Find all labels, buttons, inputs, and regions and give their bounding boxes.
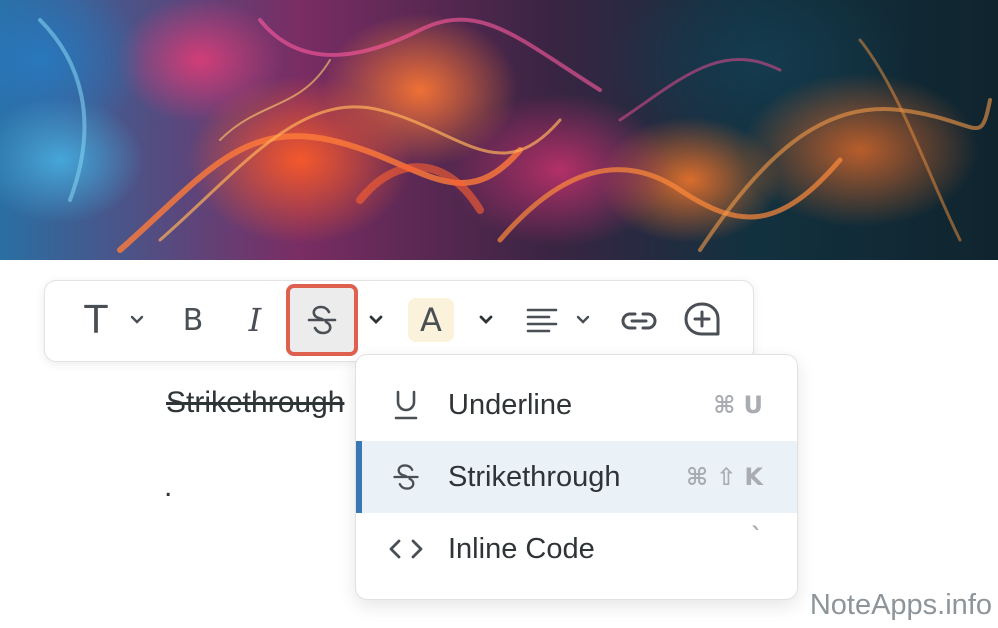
menu-item-shortcut: ⌘U: [713, 391, 771, 419]
link-icon[interactable]: [618, 302, 660, 340]
menu-item-label: Inline Code: [448, 532, 595, 565]
align-icon[interactable]: [522, 302, 562, 338]
text-color-chevron-down-icon[interactable]: [476, 310, 496, 330]
italic-icon[interactable]: I: [238, 300, 272, 340]
strikethrough-icon: [307, 305, 337, 335]
menu-item-strikethrough[interactable]: Strikethrough ⌘⇧K: [356, 441, 797, 513]
strikethrough-button[interactable]: [300, 300, 344, 340]
text-style-icon[interactable]: T: [76, 298, 116, 342]
strikethrough-icon: [386, 457, 426, 497]
menu-item-inline-code[interactable]: Inline Code `: [356, 513, 797, 585]
menu-item-label: Strikethrough: [448, 460, 621, 493]
menu-item-shortcut: `: [751, 523, 771, 551]
text-color-icon[interactable]: A: [408, 298, 454, 342]
menu-item-shortcut: ⌘⇧K: [686, 463, 771, 491]
strikethrough-chevron-down-icon[interactable]: [366, 310, 386, 330]
menu-item-underline[interactable]: Underline ⌘U: [356, 369, 797, 441]
underline-icon: [386, 385, 426, 425]
document-dot: .: [164, 470, 173, 503]
strikethrough-text: Strikethrough: [166, 386, 345, 419]
text-style-chevron-down-icon[interactable]: [127, 310, 147, 330]
smoke-swirls: [38, 17, 992, 253]
bold-icon[interactable]: B: [176, 300, 210, 340]
menu-item-label: Underline: [448, 388, 573, 421]
align-chevron-down-icon[interactable]: [573, 310, 593, 330]
format-dropdown-menu: Underline ⌘U Strikethrough ⌘⇧K Inline Co…: [355, 354, 798, 600]
add-comment-icon[interactable]: [680, 298, 724, 342]
watermark: NoteApps.info: [809, 589, 992, 621]
cover-image: [0, 0, 998, 260]
code-icon: [386, 529, 426, 569]
